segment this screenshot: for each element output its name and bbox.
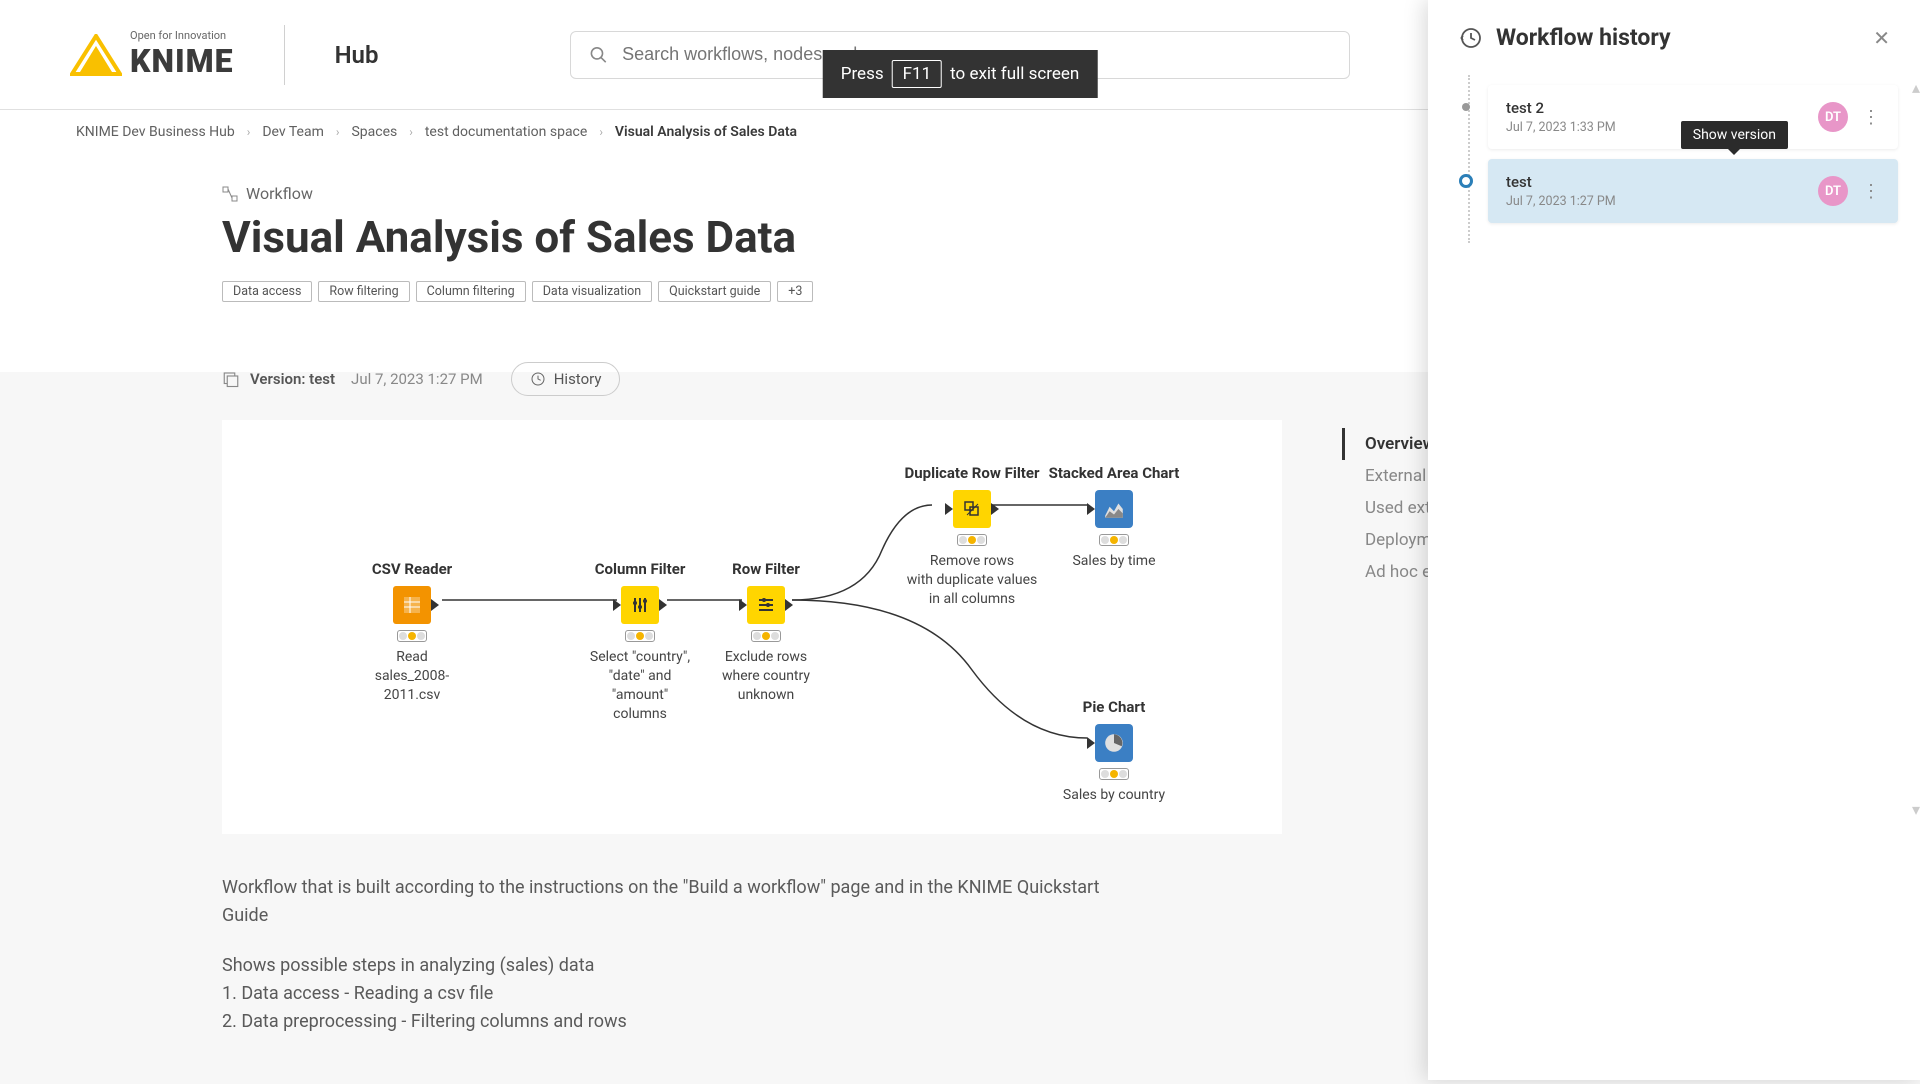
panel-header: Workflow history ✕	[1428, 0, 1920, 75]
version-date: Jul 7, 2023 1:27 PM	[351, 370, 483, 388]
chevron-right-icon: ›	[599, 125, 603, 139]
logo-tagline: Open for Innovation	[130, 29, 234, 42]
version-date: Jul 7, 2023 1:33 PM	[1506, 120, 1616, 135]
timeline-dot-selected	[1459, 174, 1473, 188]
chevron-right-icon: ›	[409, 125, 413, 139]
f11-key: F11	[892, 60, 943, 88]
version-label: Version: test	[250, 370, 335, 388]
panel-title: Workflow history	[1496, 24, 1671, 51]
fs-rest: to exit full screen	[950, 64, 1079, 84]
search-icon	[589, 45, 608, 65]
pie-chart-icon	[1103, 732, 1125, 754]
breadcrumb-item-current: Visual Analysis of Sales Data	[615, 124, 797, 140]
logo-triangle-icon	[70, 34, 122, 76]
node-pie-chart[interactable]: Pie Chart Sales by country	[1034, 698, 1194, 805]
kebab-menu-icon[interactable]: ⋮	[1862, 181, 1880, 202]
node-csv-reader[interactable]: CSV Reader Read sales_2008-2011.csv	[352, 560, 472, 705]
scrollbar[interactable]: ▴▾	[1912, 78, 1916, 819]
avatar: DT	[1818, 176, 1848, 206]
column-filter-icon	[630, 595, 650, 615]
chevron-right-icon: ›	[247, 125, 251, 139]
version-date: Jul 7, 2023 1:27 PM	[1506, 194, 1616, 209]
breadcrumb-item[interactable]: KNIME Dev Business Hub	[76, 124, 235, 140]
row-filter-icon	[756, 595, 776, 615]
history-button[interactable]: History	[511, 362, 621, 396]
node-row-filter[interactable]: Row Filter Exclude rows where country un…	[706, 560, 826, 705]
workflow-history-panel: Workflow history ✕ test 2 Jul 7, 2023 1:…	[1428, 0, 1920, 1080]
tag[interactable]: Column filtering	[416, 281, 526, 302]
breadcrumb-item[interactable]: Spaces	[351, 124, 397, 140]
knime-logo[interactable]: Open for Innovation KNIME	[70, 29, 234, 80]
history-icon	[1458, 26, 1482, 50]
chevron-right-icon: ›	[336, 125, 340, 139]
fs-press: Press	[841, 64, 884, 84]
csv-icon	[402, 595, 422, 615]
area-chart-icon	[1103, 498, 1125, 520]
history-icon	[530, 371, 546, 387]
tag[interactable]: Quickstart guide	[658, 281, 771, 302]
kebab-menu-icon[interactable]: ⋮	[1862, 107, 1880, 128]
workflow-icon	[222, 186, 238, 202]
fullscreen-banner: Press F11 to exit full screen	[823, 50, 1098, 98]
close-icon[interactable]: ✕	[1873, 26, 1890, 50]
version-card-selected[interactable]: Show version test Jul 7, 2023 1:27 PM DT…	[1488, 159, 1898, 223]
hub-label[interactable]: Hub	[335, 41, 379, 69]
timeline-dot	[1462, 103, 1470, 111]
node-stacked-area[interactable]: Stacked Area Chart Sales by time	[1034, 464, 1194, 571]
tag-more[interactable]: +3	[777, 281, 813, 302]
breadcrumb-item[interactable]: Dev Team	[262, 124, 324, 140]
dup-filter-icon	[962, 499, 982, 519]
version-name: test 2	[1506, 99, 1616, 117]
tag[interactable]: Data visualization	[532, 281, 652, 302]
tooltip-show-version: Show version	[1681, 121, 1788, 149]
avatar: DT	[1818, 102, 1848, 132]
logo-area: Open for Innovation KNIME Hub	[70, 25, 378, 85]
workflow-canvas[interactable]: CSV Reader Read sales_2008-2011.csv Colu…	[222, 420, 1282, 834]
logo-brand: KNIME	[130, 42, 234, 80]
node-column-filter[interactable]: Column Filter Select "country", "date" a…	[580, 560, 700, 724]
version-stack-icon	[222, 370, 240, 388]
panel-body: test 2 Jul 7, 2023 1:33 PM DT ⋮ Show ver…	[1428, 75, 1920, 243]
tag[interactable]: Row filtering	[318, 281, 409, 302]
workflow-description: Workflow that is built according to the …	[222, 834, 1122, 1075]
divider	[284, 25, 285, 85]
version-name: test	[1506, 173, 1616, 191]
timeline-line	[1468, 75, 1470, 243]
tag[interactable]: Data access	[222, 281, 312, 302]
breadcrumb-item[interactable]: test documentation space	[425, 124, 587, 140]
